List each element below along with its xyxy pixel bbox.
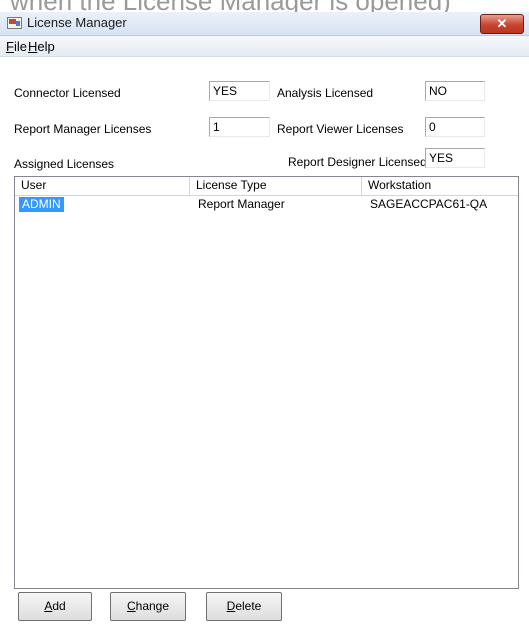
report-designer-licensed-field[interactable]: YES [425,148,485,168]
report-viewer-licenses-field[interactable]: 0 [425,117,485,137]
column-header-user[interactable]: User [15,177,190,195]
column-header-workstation[interactable]: Workstation [362,177,518,195]
assigned-licenses-list[interactable]: User License Type Workstation ADMIN Repo… [14,176,519,589]
delete-button[interactable]: Delete [206,592,282,621]
report-manager-licenses-field[interactable]: 1 [209,117,270,137]
analysis-licensed-label: Analysis Licensed [277,86,374,100]
report-designer-licensed-label: Report Designer Licensed [288,155,427,169]
license-manager-app-icon [7,17,22,29]
menu-file[interactable]: File [6,39,27,54]
column-header-license-type[interactable]: License Type [190,177,362,195]
analysis-licensed-field[interactable]: NO [425,81,485,101]
change-button[interactable]: Change [110,592,186,621]
menu-bar: File Help [0,36,529,57]
add-button[interactable]: Add [18,592,92,621]
menu-help[interactable]: Help [28,39,55,54]
title-bar: License Manager ✕ [0,12,529,36]
row-user-cell[interactable]: ADMIN [19,197,64,212]
row-workstation-cell[interactable]: SAGEACCPAC61-QA [370,197,487,212]
row-license-type-cell[interactable]: Report Manager [198,197,285,212]
connector-licensed-label: Connector Licensed [14,86,121,100]
report-manager-licenses-label: Report Manager Licenses [14,122,152,136]
window-title: License Manager [27,15,127,30]
assigned-licenses-label: Assigned Licenses [14,157,115,171]
list-header: User License Type Workstation [15,177,518,196]
connector-licensed-field[interactable]: YES [209,81,270,101]
report-viewer-licenses-label: Report Viewer Licenses [277,122,404,136]
close-button[interactable]: ✕ [480,14,524,34]
